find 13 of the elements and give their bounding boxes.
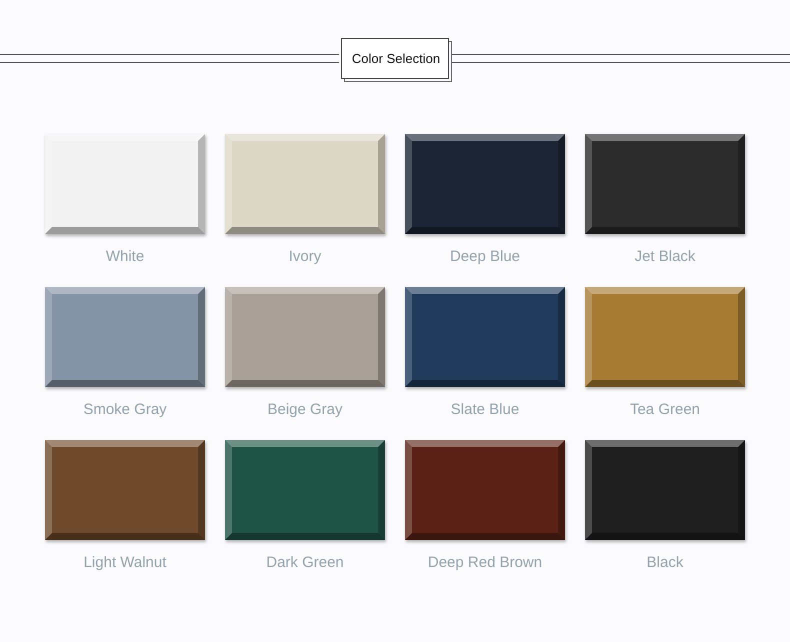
swatch-label: Dark Green [266, 554, 344, 571]
swatch-label: Ivory [288, 248, 322, 265]
swatch-label: Beige Gray [267, 401, 343, 418]
swatch-label: White [106, 248, 144, 265]
swatch-label: Deep Red Brown [428, 554, 542, 571]
swatch-label: Light Walnut [84, 554, 166, 571]
swatch-label: Deep Blue [450, 248, 520, 265]
section-title: Color Selection [340, 38, 450, 78]
swatch-label: Tea Green [630, 401, 700, 418]
swatch-label: Slate Blue [450, 401, 520, 418]
swatch-label: Black [646, 554, 684, 571]
swatch-label: Jet Black [634, 248, 696, 265]
swatch-label: Smoke Gray [83, 401, 167, 418]
